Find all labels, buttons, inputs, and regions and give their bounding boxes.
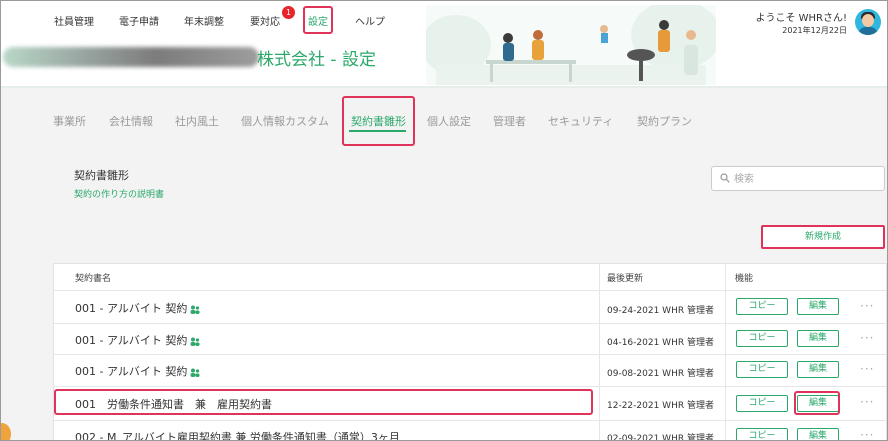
edit-button[interactable]: 編集 (797, 330, 839, 347)
welcome-text: ようこそ WHRさん! (755, 13, 847, 24)
settings-highlight-box (303, 6, 333, 34)
more-options-icon[interactable]: ··· (860, 299, 874, 313)
more-options-icon[interactable]: ··· (860, 395, 874, 409)
header-illustration (426, 5, 716, 85)
section-title: 契約書雛形 (74, 169, 129, 182)
header-divider (1, 86, 887, 88)
team-icon (190, 337, 200, 346)
last-updated: 09-24-2021 WHR 管理者 (607, 306, 714, 316)
how-to-guide-link[interactable]: 契約の作り方の説明書 (74, 187, 164, 200)
contract-name[interactable]: 001 - アルバイト 契約 (75, 365, 187, 378)
contract-tab-highlight-box (342, 96, 415, 146)
search-icon (720, 173, 730, 183)
row-divider (53, 420, 887, 421)
more-options-icon[interactable]: ··· (860, 331, 874, 345)
nav-year-end-adjustment[interactable]: 年末調整 (184, 13, 224, 28)
nav-help[interactable]: ヘルプ (355, 13, 385, 28)
copy-button[interactable]: コピー (736, 298, 788, 315)
tab-office[interactable]: 事業所 (53, 113, 86, 129)
tab-contract-plan[interactable]: 契約プラン (637, 113, 692, 129)
contract-name[interactable]: 001 - アルバイト 契約 (75, 302, 187, 315)
row-divider (53, 386, 887, 387)
copy-button[interactable]: コピー (736, 395, 788, 412)
copy-button[interactable]: コピー (736, 330, 788, 347)
tab-security[interactable]: セキュリティ (548, 113, 613, 129)
last-updated: 09-08-2021 WHR 管理者 (607, 369, 714, 379)
company-name-redacted (3, 47, 259, 67)
header-contract-name: 契約書名 (75, 274, 112, 284)
avatar-body (858, 27, 878, 35)
last-updated: 04-16-2021 WHR 管理者 (607, 338, 714, 348)
page-title: 株式会社 - 設定 (257, 50, 376, 70)
more-options-icon[interactable]: ··· (860, 362, 874, 376)
nav-action-required[interactable]: 要対応 (250, 13, 280, 28)
contract-name[interactable]: 002 - M_アルバイト雇用契約書 兼 労働条件通知書（通常）3ヶ月 (75, 429, 400, 440)
nav-e-application[interactable]: 電子申請 (119, 13, 159, 28)
tab-administrators[interactable]: 管理者 (493, 113, 526, 129)
help-widget-edge[interactable] (1, 423, 11, 440)
current-date: 2021年12月22日 (782, 26, 847, 35)
more-options-icon[interactable]: ··· (860, 428, 874, 440)
create-new-button[interactable]: 新規作成 (761, 225, 885, 249)
search-input[interactable] (734, 170, 882, 188)
contract-name[interactable]: 001 - アルバイト 契約 (75, 334, 187, 347)
nav-employee-management[interactable]: 社員管理 (54, 13, 94, 28)
row-divider (53, 354, 887, 355)
notification-badge: 1 (282, 6, 295, 19)
avatar-face (862, 14, 874, 27)
header-last-updated: 最後更新 (607, 274, 644, 284)
edit-button[interactable]: 編集 (797, 298, 839, 315)
edit-highlight-box (794, 391, 840, 415)
tab-company-culture[interactable]: 社内風土 (175, 113, 219, 129)
row-highlight-box (54, 389, 593, 415)
header-functions: 機能 (735, 274, 754, 284)
tab-company-info[interactable]: 会社情報 (109, 113, 153, 129)
last-updated: 12-22-2021 WHR 管理者 (607, 401, 714, 411)
top-navigation: 社員管理 電子申請 年末調整 要対応 1 設定 ヘルプ (1, 1, 441, 37)
search-box (711, 166, 885, 191)
header: 社員管理 電子申請 年末調整 要対応 1 設定 ヘルプ 株式会社 - 設定 よう… (1, 1, 887, 88)
edit-button[interactable]: 編集 (797, 428, 839, 440)
avatar[interactable] (855, 9, 881, 35)
last-updated: 02-09-2021 WHR 管理者 (607, 434, 714, 441)
tab-personal-settings[interactable]: 個人設定 (427, 113, 471, 129)
edit-button[interactable]: 編集 (797, 361, 839, 378)
tab-personal-info-custom[interactable]: 個人情報カスタム (241, 113, 329, 129)
copy-button[interactable]: コピー (736, 428, 788, 440)
team-icon (190, 305, 200, 314)
copy-button[interactable]: コピー (736, 361, 788, 378)
team-icon (190, 368, 200, 377)
row-divider (53, 290, 887, 291)
row-divider (53, 323, 887, 324)
app-frame: 社員管理 電子申請 年末調整 要対応 1 設定 ヘルプ 株式会社 - 設定 よう… (0, 0, 888, 441)
